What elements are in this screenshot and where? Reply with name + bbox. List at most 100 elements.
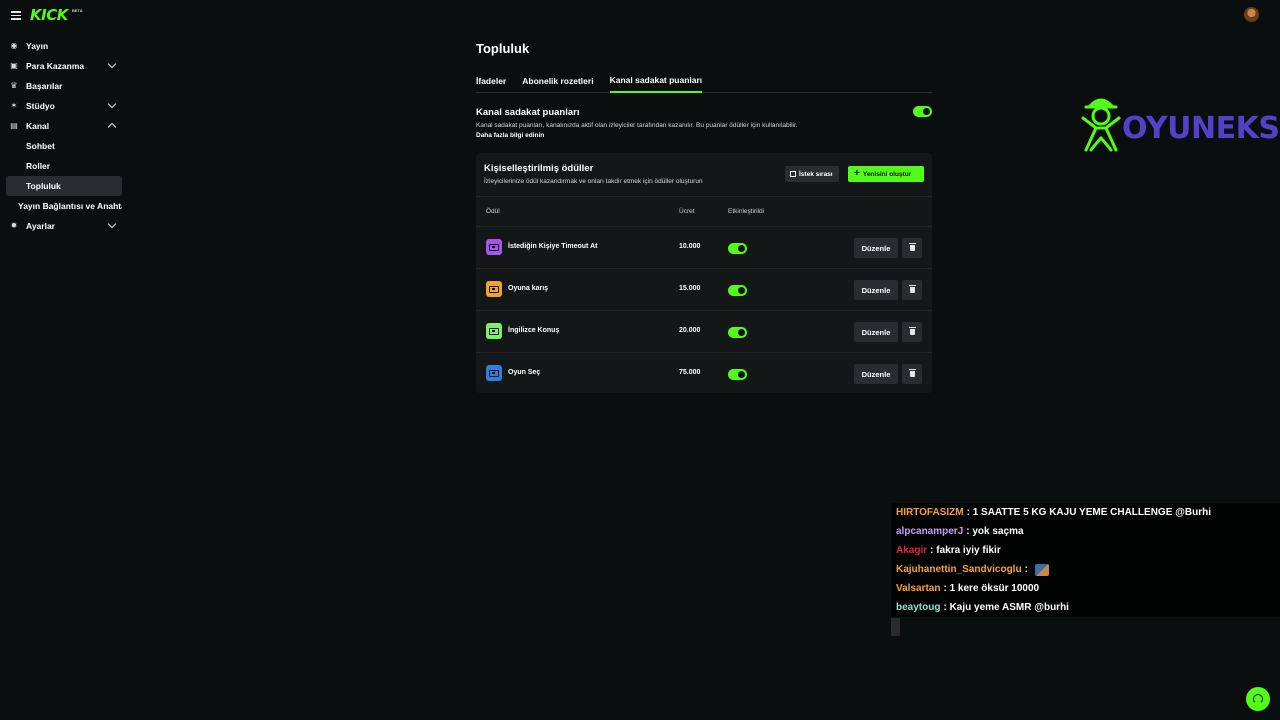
loyalty-points-toggle[interactable] <box>913 104 932 122</box>
trophy-icon: ♛ <box>10 81 18 90</box>
broadcast-icon: ◉ <box>10 41 18 50</box>
sidebar-item-label: Ayarlar <box>26 221 55 231</box>
headset-icon <box>1253 694 1263 704</box>
trash-icon <box>908 327 916 335</box>
menu-icon[interactable] <box>11 11 21 20</box>
sidebar-item-para-kazanma[interactable]: ▣ Para Kazanma <box>0 56 128 76</box>
ticket-icon <box>486 239 502 255</box>
delete-button[interactable] <box>902 238 922 258</box>
edit-button[interactable]: Düzenle <box>854 364 898 384</box>
reward-enabled-toggle[interactable] <box>728 241 747 259</box>
help-button[interactable] <box>1246 687 1270 711</box>
table-row: Oyuna karış 15.000 Düzenle <box>476 269 932 311</box>
channel-icon: ▤ <box>10 121 18 130</box>
chat-message: Akagir: fakra iyiy fikir <box>891 541 1280 560</box>
reward-cost: 20.000 <box>679 327 701 334</box>
gear-icon: ✹ <box>10 221 18 230</box>
learn-more-link[interactable]: Daha fazla bilgi edinin <box>476 132 544 139</box>
chat-overlay: HIRTOFASIZM: 1 SAATTE 5 KG KAJU YEME CHA… <box>891 503 1280 617</box>
chat-cursor <box>891 618 900 636</box>
mascot-icon <box>1081 98 1121 152</box>
request-queue-button[interactable]: İstek sırası <box>785 166 839 182</box>
sidebar: ◉ Yayın ▣ Para Kazanma ♛ Başarılar ✶ Stü… <box>0 36 128 236</box>
edit-button[interactable]: Düzenle <box>854 322 898 342</box>
reward-enabled-toggle[interactable] <box>728 325 747 343</box>
chat-username: Akagir <box>896 545 928 556</box>
column-enabled: Etkinleştirildi <box>728 208 765 215</box>
create-reward-label: Yenisini oluştur <box>862 170 912 178</box>
sidebar-item-label: Başarılar <box>26 81 63 91</box>
delete-button[interactable] <box>902 280 922 300</box>
sidebar-item-label: Para Kazanma <box>26 61 85 71</box>
tab-kanal-sadakat-puanlari[interactable]: Kanal sadakat puanları <box>609 72 703 93</box>
ticket-icon <box>486 365 502 381</box>
beta-badge: BETA <box>72 8 83 13</box>
chat-message: alpcanamperJ: yok saçma <box>891 522 1280 541</box>
chat-text: Kaju yeme ASMR @burhi <box>949 602 1069 613</box>
chevron-down-icon <box>107 59 117 69</box>
reward-name: Oyun Seç <box>508 369 541 376</box>
chevron-up-icon <box>107 122 117 132</box>
chat-username: Kajuhanettin_Sandvicoglu <box>896 564 1022 575</box>
table-row: İstediğin Kişiye Timeout At 10.000 Düzen… <box>476 227 932 269</box>
trash-icon <box>908 369 916 377</box>
delete-button[interactable] <box>902 322 922 342</box>
table-row: İngilizce Konuş 20.000 Düzenle <box>476 311 932 353</box>
chat-username: HIRTOFASIZM <box>896 507 964 518</box>
sidebar-item-label: Kanal <box>26 121 50 131</box>
delete-button[interactable] <box>902 364 922 384</box>
kick-logo[interactable]: KICK <box>30 6 68 24</box>
oyuneks-overlay-logo: OYUNEKS <box>1080 94 1280 154</box>
external-link-icon <box>790 171 796 177</box>
page-title: Topluluk <box>476 41 530 56</box>
sidebar-subitem-roller[interactable]: Roller <box>0 156 128 176</box>
sidebar-subitem-sohbet[interactable]: Sohbet <box>0 136 128 156</box>
reward-cost: 10.000 <box>679 243 701 250</box>
section-description: Kanal sadakat puanları, kanalınızda akti… <box>476 122 798 129</box>
column-reward: Ödül <box>486 208 500 215</box>
tab-ifadeler[interactable]: İfadeler <box>476 72 506 93</box>
sidebar-item-yayin[interactable]: ◉ Yayın <box>0 36 128 56</box>
sidebar-item-basarilar[interactable]: ♛ Başarılar <box>0 76 128 96</box>
chat-text: 1 kere öksür 10000 <box>949 583 1040 594</box>
wallet-icon: ▣ <box>10 61 18 70</box>
chat-text: 1 SAATTE 5 KG KAJU YEME CHALLENGE @Burhi <box>972 507 1211 518</box>
table-header: Ödül Ücret Etkinleştirildi <box>476 196 932 227</box>
sidebar-item-stream-key[interactable]: Yayın Bağlantısı ve Anahtarı <box>0 196 122 216</box>
chat-username: beaytoug <box>896 602 941 613</box>
sidebar-item-studyo[interactable]: ✶ Stüdyo <box>0 96 128 116</box>
top-bar: KICK BETA <box>0 0 1280 30</box>
edit-button[interactable]: Düzenle <box>854 238 898 258</box>
reward-name: İngilizce Konuş <box>508 327 560 334</box>
sidebar-item-ayarlar[interactable]: ✹ Ayarlar <box>0 216 128 236</box>
rewards-panel: Kişiselleştirilmiş ödüller İzleyicilerin… <box>476 153 932 393</box>
chat-message: HIRTOFASIZM: 1 SAATTE 5 KG KAJU YEME CHA… <box>891 503 1280 522</box>
reward-cost: 15.000 <box>679 285 701 292</box>
tab-abonelik-rozetleri[interactable]: Abonelik rozetleri <box>522 72 593 93</box>
section-title: Kanal sadakat puanları <box>476 107 580 118</box>
column-cost: Ücret <box>679 208 695 215</box>
tab-bar: İfadeler Abonelik rozetleri Kanal sadaka… <box>476 72 932 93</box>
request-queue-label: İstek sırası <box>799 170 833 178</box>
edit-button[interactable]: Düzenle <box>854 280 898 300</box>
chat-text: fakra iyiy fikir <box>936 545 1001 556</box>
ticket-icon <box>486 281 502 297</box>
trash-icon <box>908 243 916 251</box>
ticket-icon <box>486 323 502 339</box>
sidebar-item-kanal[interactable]: ▤ Kanal <box>0 116 128 136</box>
oyuneks-text: OYUNEKS <box>1122 111 1280 146</box>
sidebar-subitem-topluluk[interactable]: Topluluk <box>6 176 122 196</box>
chat-username: alpcanamperJ <box>896 526 964 537</box>
table-row: Oyun Seç 75.000 Düzenle <box>476 353 932 395</box>
studio-icon: ✶ <box>10 101 18 110</box>
reward-enabled-toggle[interactable] <box>728 367 747 385</box>
reward-cost: 75.000 <box>679 369 701 376</box>
rewards-panel-description: İzleyicilerinize ödül kazandırmak ve onl… <box>484 178 703 185</box>
user-avatar[interactable] <box>1244 7 1259 22</box>
reward-enabled-toggle[interactable] <box>728 283 747 301</box>
emote-icon <box>1034 563 1049 576</box>
create-reward-button[interactable]: + Yenisini oluştur <box>848 166 924 182</box>
plus-icon: + <box>854 168 860 179</box>
chat-message: beaytoug: Kaju yeme ASMR @burhi <box>891 598 1280 617</box>
trash-icon <box>908 285 916 293</box>
